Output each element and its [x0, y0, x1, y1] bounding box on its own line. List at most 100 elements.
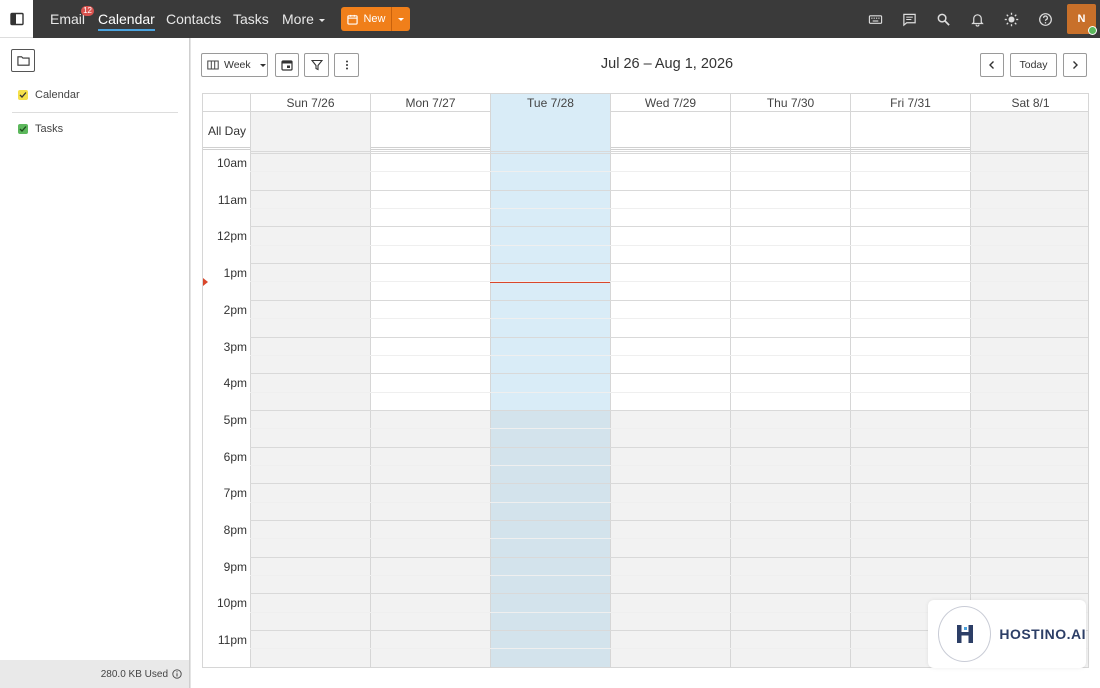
next-week-button[interactable]: [1063, 53, 1087, 77]
calendar-icon: [281, 60, 293, 71]
time-label: 11am: [217, 192, 247, 207]
hour-gridline: [250, 520, 1088, 521]
nav-email[interactable]: Email 12: [50, 0, 95, 38]
nav-tasks-label: Tasks: [233, 11, 269, 27]
half-hour-gridline: [250, 281, 1088, 283]
day-column[interactable]: [250, 112, 370, 667]
check-icon: [19, 92, 27, 98]
time-label: 1pm: [223, 266, 247, 281]
time-label: 10pm: [216, 596, 247, 611]
day-header[interactable]: Sat 8/1: [970, 94, 1088, 112]
nav-calendar[interactable]: Calendar: [98, 0, 155, 38]
sidebar-toggle-icon: [9, 12, 24, 25]
hour-gridline: [250, 446, 1088, 448]
calendar-list-item-label: Calendar: [35, 89, 80, 101]
time-label: 3pm: [223, 339, 247, 354]
day-header[interactable]: Wed 7/29: [610, 94, 730, 112]
time-label: 8pm: [223, 523, 247, 537]
date-picker-button[interactable]: [275, 53, 299, 77]
hour-gridline: [250, 153, 1088, 154]
today-button[interactable]: Today: [1010, 53, 1057, 77]
current-time-line: [490, 282, 610, 284]
chevron-down-icon: [318, 18, 325, 22]
brand-watermark: HOSTINO.AI: [928, 600, 1086, 668]
half-hour-gridline: [250, 464, 1088, 466]
folder-icon: [16, 56, 30, 66]
nav-more[interactable]: More: [282, 0, 325, 38]
hour-gridline: [250, 373, 1088, 375]
hour-gridline: [250, 556, 1088, 558]
sidebar-toggle-button[interactable]: [0, 0, 33, 38]
bell-icon[interactable]: [967, 9, 987, 29]
email-unread-badge: 12: [81, 6, 95, 16]
hour-gridline: [250, 226, 1088, 228]
previous-week-button[interactable]: [980, 53, 1004, 77]
online-status-dot: [1088, 26, 1097, 35]
filter-button[interactable]: [304, 53, 329, 77]
keyboard-icon[interactable]: [865, 9, 885, 29]
more-options-button[interactable]: [334, 53, 359, 77]
hour-gridline: [250, 336, 1088, 338]
chevron-down-icon: [259, 63, 266, 67]
hour-gridline: [250, 483, 1088, 485]
day-header[interactable]: Tue 7/28: [490, 94, 610, 112]
hour-gridline: [250, 189, 1088, 191]
day-header[interactable]: Sun 7/26: [250, 94, 370, 112]
nav-contacts[interactable]: Contacts: [166, 0, 221, 38]
chat-icon[interactable]: [899, 9, 919, 29]
hour-gridline: [250, 409, 1088, 411]
help-icon[interactable]: [1035, 9, 1055, 29]
sidebar-divider: [12, 112, 178, 113]
calendar-checkbox[interactable]: [18, 90, 28, 100]
half-hour-gridline: [250, 208, 1088, 210]
calendar-list-item-label: Tasks: [35, 123, 64, 135]
date-range-title: Jul 26 – Aug 1, 2026: [600, 56, 734, 72]
day-header-row: Sun 7/26 Mon 7/27 Tue 7/28 Wed 7/29 Thu 7/30…: [203, 94, 1088, 112]
view-select-label: Week: [224, 59, 251, 71]
all-day-label: All Day: [207, 124, 246, 138]
calendar-list-item-tasks[interactable]: Tasks: [18, 121, 63, 137]
half-hour-gridline: [250, 171, 1088, 173]
brand-logo-icon: [956, 625, 973, 643]
nav-more-label: More: [282, 11, 314, 27]
time-label: 10am: [216, 156, 247, 170]
time-label: 7pm: [223, 486, 247, 501]
grid-top-line: [250, 151, 1088, 152]
nav-tasks[interactable]: Tasks: [233, 0, 269, 38]
time-label: 6pm: [223, 449, 247, 464]
calendar-list-item-calendar[interactable]: Calendar: [18, 87, 80, 103]
half-hour-gridline: [250, 391, 1088, 393]
brand-logo: [938, 606, 992, 662]
new-dropdown-button[interactable]: [391, 7, 410, 31]
chevron-down-icon: [398, 17, 404, 21]
half-hour-gridline: [250, 575, 1088, 577]
hour-gridline: [250, 593, 1088, 595]
day-header[interactable]: Thu 7/30: [730, 94, 850, 112]
week-calendar-grid: Sun 7/26 Mon 7/27 Tue 7/28 Wed 7/29 Thu 7/30…: [202, 93, 1089, 668]
week-view-icon: [207, 60, 219, 70]
time-label: 12pm: [216, 229, 247, 244]
time-label: 9pm: [223, 559, 247, 574]
filter-icon: [310, 59, 323, 71]
info-icon[interactable]: [172, 669, 182, 679]
storage-usage: 280.0 KB Used: [0, 660, 189, 688]
search-icon[interactable]: [933, 9, 953, 29]
calendar-plus-icon: [347, 14, 359, 25]
brand-name: HOSTINO.AI: [999, 626, 1086, 642]
half-hour-gridline: [250, 354, 1088, 356]
tasks-checkbox[interactable]: [18, 124, 28, 134]
view-select[interactable]: Week: [201, 53, 268, 77]
day-column[interactable]: [970, 112, 1088, 667]
day-header[interactable]: Fri 7/31: [850, 94, 970, 112]
current-time-marker: [203, 278, 208, 287]
half-hour-gridline: [250, 501, 1088, 503]
half-hour-gridline: [250, 318, 1088, 320]
storage-usage-text: 280.0 KB Used: [100, 668, 168, 680]
nav-email-label: Email: [50, 11, 86, 27]
today-button-label: Today: [1019, 59, 1048, 71]
brightness-icon[interactable]: [1001, 9, 1021, 29]
new-button[interactable]: New: [341, 7, 392, 31]
folder-button[interactable]: [11, 49, 35, 72]
sidebar: Calendar Tasks 280.0 KB Used: [0, 38, 191, 688]
day-header[interactable]: Mon 7/27: [370, 94, 490, 112]
